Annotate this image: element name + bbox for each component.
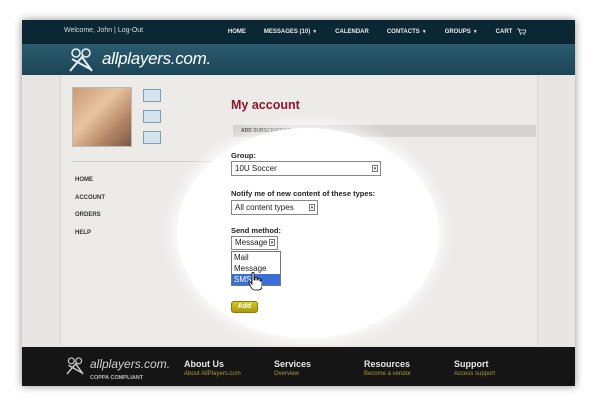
select-arrow-icon: ▾ bbox=[309, 204, 315, 211]
nav-cart-label: CART bbox=[495, 29, 513, 35]
footer-heading: About Us bbox=[184, 359, 224, 369]
select-arrow-icon: ▾ bbox=[372, 165, 378, 172]
nav-messages[interactable]: MESSAGES (10) ▼ bbox=[255, 20, 326, 44]
nav-groups[interactable]: GROUPS ▼ bbox=[436, 20, 487, 44]
content-type-select[interactable]: All content types ▾ bbox=[231, 200, 318, 215]
footer-column-services: Services Overview bbox=[274, 359, 311, 377]
nav-calendar-label: CALENDAR bbox=[335, 29, 369, 35]
chevron-down-icon: ▼ bbox=[312, 29, 318, 35]
photo-icon[interactable] bbox=[143, 131, 161, 144]
envelope-icon[interactable] bbox=[143, 110, 161, 123]
brand-logo-text[interactable]: allplayers.com. bbox=[102, 49, 211, 69]
send-method-label: Send method: bbox=[231, 226, 281, 235]
footer-column-about: About Us About AllPlayers.com bbox=[184, 359, 241, 377]
nav-messages-label: MESSAGES (10) bbox=[263, 29, 311, 35]
footer-link[interactable]: About AllPlayers.com bbox=[184, 371, 241, 377]
sidebar-item-home[interactable]: HOME bbox=[75, 177, 105, 195]
send-method-select[interactable]: Message ▾ bbox=[231, 236, 278, 250]
group-label: Group: bbox=[231, 151, 256, 160]
top-nav: HOME MESSAGES (10) ▼ CALENDAR CONTACTS ▼ G… bbox=[219, 20, 535, 44]
select-arrow-icon: ▾ bbox=[269, 239, 275, 246]
chevron-down-icon: ▼ bbox=[472, 29, 478, 35]
browser-window: Welcome, John | Log-Out HOME MESSAGES (1… bbox=[22, 20, 575, 386]
footer-heading: Support bbox=[454, 359, 489, 369]
footer-heading: Resources bbox=[364, 359, 411, 369]
footer-column-support: Support Access support bbox=[454, 359, 495, 377]
calendar-icon[interactable] bbox=[143, 89, 161, 102]
content-type-value: All content types bbox=[235, 203, 294, 212]
cart-icon bbox=[517, 28, 527, 35]
nav-groups-label: GROUPS bbox=[444, 29, 471, 35]
footer-link[interactable]: Become a vendor bbox=[364, 371, 411, 377]
group-select-value: 10U Soccer bbox=[235, 164, 277, 173]
page-title: My account bbox=[231, 98, 300, 112]
option-mail[interactable]: Mail bbox=[232, 252, 280, 263]
sidebar-item-help[interactable]: HELP bbox=[75, 230, 105, 248]
account-sidebar: HOME ACCOUNT ORDERS HELP bbox=[75, 177, 105, 247]
nav-home-label: HOME bbox=[227, 29, 246, 35]
add-button[interactable]: Add bbox=[231, 301, 258, 313]
sidebar-divider bbox=[72, 161, 222, 162]
pointer-cursor-icon bbox=[248, 272, 262, 291]
welcome-text[interactable]: Welcome, John | Log-Out bbox=[64, 27, 143, 34]
nav-calendar[interactable]: CALENDAR bbox=[326, 20, 378, 44]
footer-link[interactable]: Access support bbox=[454, 371, 495, 377]
footer: allplayers.com. COPPA COMPLIANT About Us… bbox=[22, 347, 575, 386]
sidebar-item-orders[interactable]: ORDERS bbox=[75, 212, 105, 230]
brand-bar: allplayers.com. bbox=[22, 44, 575, 75]
spotlight-highlight bbox=[177, 128, 439, 338]
chevron-down-icon: ▼ bbox=[421, 29, 427, 35]
nav-cart[interactable]: CART bbox=[487, 20, 535, 44]
footer-column-resources: Resources Become a vendor bbox=[364, 359, 411, 377]
footer-brand[interactable]: allplayers.com. bbox=[90, 357, 170, 371]
top-bar: Welcome, John | Log-Out HOME MESSAGES (1… bbox=[22, 20, 575, 44]
footer-link[interactable]: Overview bbox=[274, 371, 311, 377]
profile-photo bbox=[72, 87, 132, 147]
nav-contacts[interactable]: CONTACTS ▼ bbox=[378, 20, 436, 44]
send-method-value: Message bbox=[235, 238, 268, 247]
notify-label: Notify me of new content of these types: bbox=[231, 189, 376, 198]
coppa-badge: COPPA COMPLIANT bbox=[90, 375, 144, 381]
allplayers-logo-icon bbox=[66, 357, 84, 375]
sidebar-item-account[interactable]: ACCOUNT bbox=[75, 195, 105, 213]
allplayers-logo-icon bbox=[69, 48, 93, 72]
nav-home[interactable]: HOME bbox=[219, 20, 255, 44]
nav-contacts-label: CONTACTS bbox=[386, 29, 420, 35]
footer-heading: Services bbox=[274, 359, 312, 369]
group-select[interactable]: 10U Soccer ▾ bbox=[231, 161, 381, 176]
